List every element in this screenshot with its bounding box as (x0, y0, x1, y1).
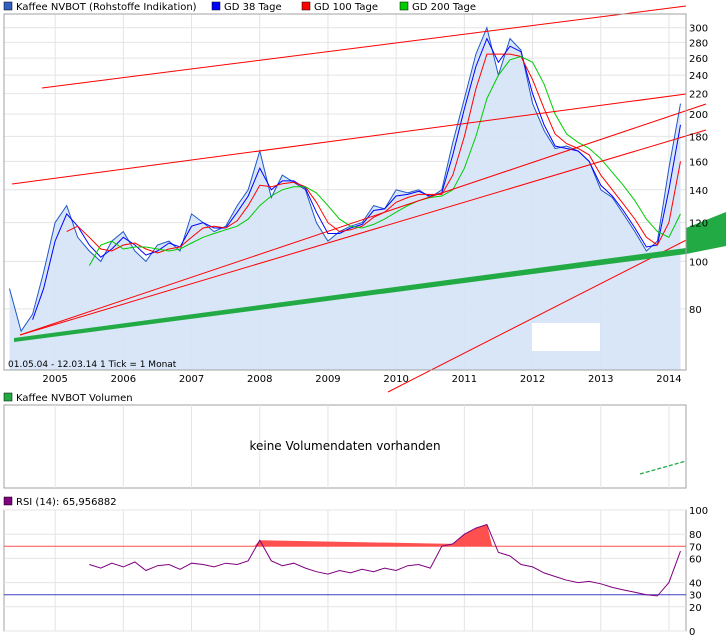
price-x-axis: 2005 2006 2007 2008 2009 2010 2011 2012 2013 2014 (42, 374, 681, 385)
price-x-tick-label: 2007 (179, 374, 204, 385)
price-y-tick-label: 220 (689, 90, 708, 101)
legend-label-gd38: GD 38 Tage (224, 2, 282, 13)
rsi-plot-frame (3, 509, 687, 632)
price-y-tick-label: 200 (689, 110, 708, 121)
legend-swatch-gd38 (211, 1, 221, 11)
rsi-y-tick-label: 40 (689, 579, 702, 590)
price-y-tick-label: 240 (689, 71, 708, 82)
price-y-tick-label: 160 (689, 157, 708, 168)
price-x-tick-label: 2006 (111, 374, 136, 385)
price-x-tick-label: 2009 (315, 374, 340, 385)
price-x-tick-label: 2005 (42, 374, 67, 385)
price-x-tick-label: 2010 (383, 374, 408, 385)
legend-label-gd200: GD 200 Tage (412, 2, 476, 13)
price-x-tick-label: 2008 (247, 374, 272, 385)
legend-swatch-rsi (3, 496, 13, 506)
rsi-y-axis: 0 20 40 60 80 100 70 30 (689, 506, 708, 638)
legend-swatch-price (3, 1, 13, 11)
price-y-tick-label: 280 (689, 38, 708, 49)
legend-swatch-volume (3, 392, 13, 402)
legend-swatch-gd200 (399, 1, 409, 11)
price-y-tick-label: 80 (689, 305, 702, 316)
range-note: 01.05.04 - 12.03.14 1 Tick = 1 Monat (8, 360, 177, 370)
price-y-axis: 80 100 120 140 160 180 200 220 240 260 280 300 (689, 24, 708, 316)
price-y-tick-label: 100 (689, 257, 708, 268)
price-x-tick-label: 2012 (520, 374, 545, 385)
price-y-tick-label: 180 (689, 132, 708, 143)
legend-label-gd100: GD 100 Tage (314, 2, 378, 13)
rsi-30-label: 30 (689, 591, 702, 602)
price-x-tick-label: 2014 (656, 374, 681, 385)
legend-label-volume: Kaffee NVBOT Volumen (16, 393, 133, 404)
price-y-tick-label: 300 (689, 24, 708, 35)
price-x-tick-label: 2011 (452, 374, 477, 385)
legend-price: Kaffee NVBOT (Rohstoffe Indikation) GD 3… (3, 1, 476, 13)
rsi-y-tick-label: 100 (689, 506, 708, 517)
chart-canvas: Kaffee NVBOT (Rohstoffe Indikation) GD 3… (3, 1, 726, 638)
legend-label-rsi: RSI (14): 65,956882 (16, 497, 117, 508)
price-y-tick-label: 120 (689, 219, 708, 230)
rsi-y-tick-label: 20 (689, 603, 702, 614)
price-y-tick-label: 260 (689, 54, 708, 65)
price-y-tick-label: 140 (689, 186, 708, 197)
legend-label-price: Kaffee NVBOT (Rohstoffe Indikation) (16, 2, 197, 13)
rsi-70-label: 70 (689, 542, 702, 553)
rsi-y-tick-label: 80 (689, 530, 702, 541)
price-x-tick-label: 2013 (588, 374, 613, 385)
legend-swatch-gd100 (301, 1, 311, 11)
price-overlay-box (532, 323, 600, 351)
rsi-y-tick-label: 60 (689, 554, 702, 565)
rsi-y-tick-label: 0 (689, 627, 695, 638)
volume-empty-message: keine Volumendaten vorhanden (249, 439, 440, 453)
